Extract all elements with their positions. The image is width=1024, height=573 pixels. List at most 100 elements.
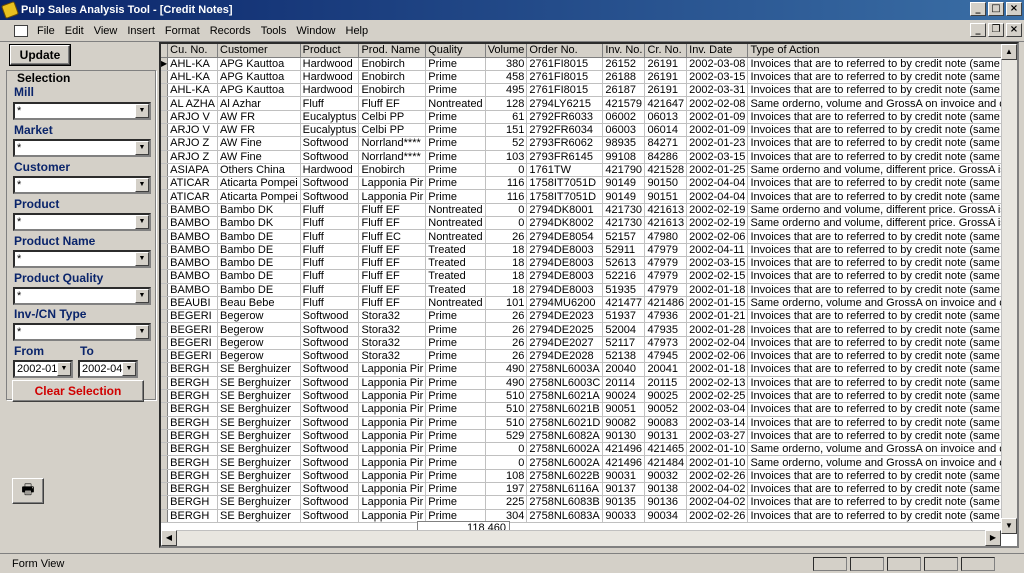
cell-order-no[interactable]: 2758NL6002A — [526, 442, 604, 457]
cell-cr-no[interactable]: 47945 — [644, 349, 688, 364]
row-selector[interactable] — [161, 322, 169, 337]
cell-prod-name[interactable]: Fluff EC — [358, 229, 427, 244]
cell-cu-no[interactable]: BERGH — [167, 389, 218, 404]
cell-product[interactable]: Softwood — [300, 136, 360, 151]
cell-customer[interactable]: Al Azhar — [217, 96, 301, 111]
cell-cr-no[interactable]: 26191 — [644, 57, 688, 71]
cell-volume[interactable]: 0 — [485, 203, 528, 218]
cell-customer[interactable]: SE Berghuizer — [217, 389, 301, 404]
cell-customer[interactable]: SE Berghuizer — [217, 495, 301, 510]
column-header-order-no[interactable]: Order No. — [526, 44, 604, 58]
cell-customer[interactable]: AW Fine — [217, 150, 301, 164]
cell-cr-no[interactable]: 47979 — [644, 256, 688, 271]
row-selector[interactable] — [161, 256, 169, 271]
cell-volume[interactable]: 458 — [485, 70, 528, 85]
cell-volume[interactable]: 0 — [485, 455, 528, 470]
cell-order-no[interactable]: 2758NL6003A — [526, 362, 604, 377]
cell-prod-name[interactable]: Lapponia Pir — [358, 482, 427, 497]
cell-product[interactable]: Fluff — [300, 243, 360, 257]
table-row[interactable]: ARJO Z AW Fine Softwood Norrland**** Prime 10… — [161, 150, 1017, 164]
cell-inv-no[interactable]: 51935 — [602, 283, 646, 297]
cell-order-no[interactable]: 2794MU6200 — [526, 296, 604, 311]
cell-inv-date[interactable]: 2002-03-08 — [686, 57, 749, 71]
table-row[interactable]: BERGH SE Berghuizer Softwood Lapponia Pir Pr… — [161, 402, 1017, 417]
cell-product[interactable]: Softwood — [300, 150, 360, 164]
cell-cr-no[interactable]: 26191 — [644, 83, 688, 98]
cell-inv-no[interactable]: 26187 — [602, 83, 646, 98]
cell-cr-no[interactable]: 06013 — [644, 110, 688, 124]
row-selector[interactable] — [161, 429, 169, 444]
cell-cr-no[interactable]: 90151 — [644, 189, 688, 204]
cell-inv-date[interactable]: 2002-02-04 — [686, 336, 749, 351]
cell-quality[interactable]: Prime — [425, 442, 486, 457]
cell-volume[interactable]: 225 — [485, 495, 528, 510]
cell-type-of-action[interactable]: Invoices that are to referred to by cred… — [747, 256, 1017, 271]
row-selector[interactable] — [161, 83, 169, 98]
cell-cr-no[interactable]: 84271 — [644, 136, 688, 151]
cell-inv-no[interactable]: 06002 — [602, 110, 646, 124]
cell-cr-no[interactable]: 90025 — [644, 389, 688, 404]
cell-inv-date[interactable]: 2002-01-10 — [686, 442, 749, 457]
cell-quality[interactable]: Nontreated — [425, 96, 486, 111]
cell-order-no[interactable]: 2792FR6033 — [526, 110, 604, 124]
cell-inv-no[interactable]: 90024 — [602, 389, 646, 404]
cell-order-no[interactable]: 1758IT7051D — [526, 189, 604, 204]
cell-type-of-action[interactable]: Invoices that are to referred to by cred… — [747, 123, 1017, 138]
cell-cr-no[interactable]: 47980 — [644, 229, 688, 244]
table-row[interactable]: BERGH SE Berghuizer Softwood Lapponia Pir Pr… — [161, 495, 1017, 510]
cell-product[interactable]: Fluff — [300, 216, 360, 231]
cell-prod-name[interactable]: Lapponia Pir — [358, 189, 427, 204]
cell-volume[interactable]: 18 — [485, 243, 528, 257]
mill-combo[interactable]: * ▼ — [13, 102, 151, 120]
table-row[interactable]: BERGH SE Berghuizer Softwood Lapponia Pir Pr… — [161, 509, 1017, 523]
cell-prod-name[interactable]: Fluff EF — [358, 256, 427, 271]
cell-product[interactable]: Softwood — [300, 442, 360, 457]
cell-cu-no[interactable]: BERGH — [167, 362, 218, 377]
cell-inv-no[interactable]: 90135 — [602, 495, 646, 510]
cell-type-of-action[interactable]: Invoices that are to referred to by cred… — [747, 189, 1017, 204]
cell-customer[interactable]: SE Berghuizer — [217, 416, 301, 430]
cell-quality[interactable]: Nontreated — [425, 229, 486, 244]
cell-type-of-action[interactable]: Same orderno, volume and GrossA on invoi… — [747, 96, 1017, 111]
cell-customer[interactable]: Aticarta Pompei — [217, 189, 301, 204]
cell-product[interactable]: Softwood — [300, 309, 360, 324]
cell-inv-no[interactable]: 26152 — [602, 57, 646, 71]
cell-order-no[interactable]: 2758NL6003C — [526, 376, 604, 390]
cell-type-of-action[interactable]: Invoices that are to referred to by cred… — [747, 110, 1017, 124]
minimize-button[interactable]: _ — [970, 2, 986, 16]
cell-inv-date[interactable]: 2002-04-11 — [686, 243, 749, 257]
cell-customer[interactable]: SE Berghuizer — [217, 376, 301, 390]
cell-cu-no[interactable]: BERGH — [167, 376, 218, 390]
cell-quality[interactable]: Prime — [425, 189, 486, 204]
cell-volume[interactable]: 510 — [485, 416, 528, 430]
cell-type-of-action[interactable]: Invoices that are to referred to by cred… — [747, 482, 1017, 497]
cell-cu-no[interactable]: AHL-KA — [167, 57, 218, 71]
cell-inv-date[interactable]: 2002-01-15 — [686, 296, 749, 311]
cell-cu-no[interactable]: BEGERI — [167, 336, 218, 351]
cell-quality[interactable]: Prime — [425, 362, 486, 377]
cell-volume[interactable]: 61 — [485, 110, 528, 124]
cell-quality[interactable]: Prime — [425, 389, 486, 404]
row-selector[interactable] — [161, 229, 169, 244]
cell-order-no[interactable]: 2794LY6215 — [526, 96, 604, 111]
cell-customer[interactable]: SE Berghuizer — [217, 402, 301, 417]
cell-inv-no[interactable]: 52117 — [602, 336, 646, 351]
cell-type-of-action[interactable]: Invoices that are to referred to by cred… — [747, 176, 1017, 191]
cell-quality[interactable]: Treated — [425, 243, 486, 257]
print-button[interactable]: 🖶 — [12, 478, 44, 504]
cell-product[interactable]: Hardwood — [300, 70, 360, 85]
cell-customer[interactable]: Bambo DE — [217, 269, 301, 284]
row-selector[interactable] — [161, 309, 169, 324]
cell-type-of-action[interactable]: Same orderno, volume and GrossA on invoi… — [747, 455, 1017, 470]
cell-volume[interactable]: 0 — [485, 163, 528, 178]
cell-volume[interactable]: 490 — [485, 376, 528, 390]
cell-prod-name[interactable]: Fluff EF — [358, 296, 427, 311]
row-selector[interactable] — [161, 349, 169, 364]
cell-volume[interactable]: 18 — [485, 283, 528, 297]
row-selector[interactable] — [161, 376, 169, 390]
row-selector[interactable] — [161, 163, 169, 178]
cell-inv-no[interactable]: 90033 — [602, 509, 646, 523]
cell-cr-no[interactable]: 90083 — [644, 416, 688, 430]
cell-inv-date[interactable]: 2002-02-13 — [686, 376, 749, 390]
cell-quality[interactable]: Prime — [425, 455, 486, 470]
